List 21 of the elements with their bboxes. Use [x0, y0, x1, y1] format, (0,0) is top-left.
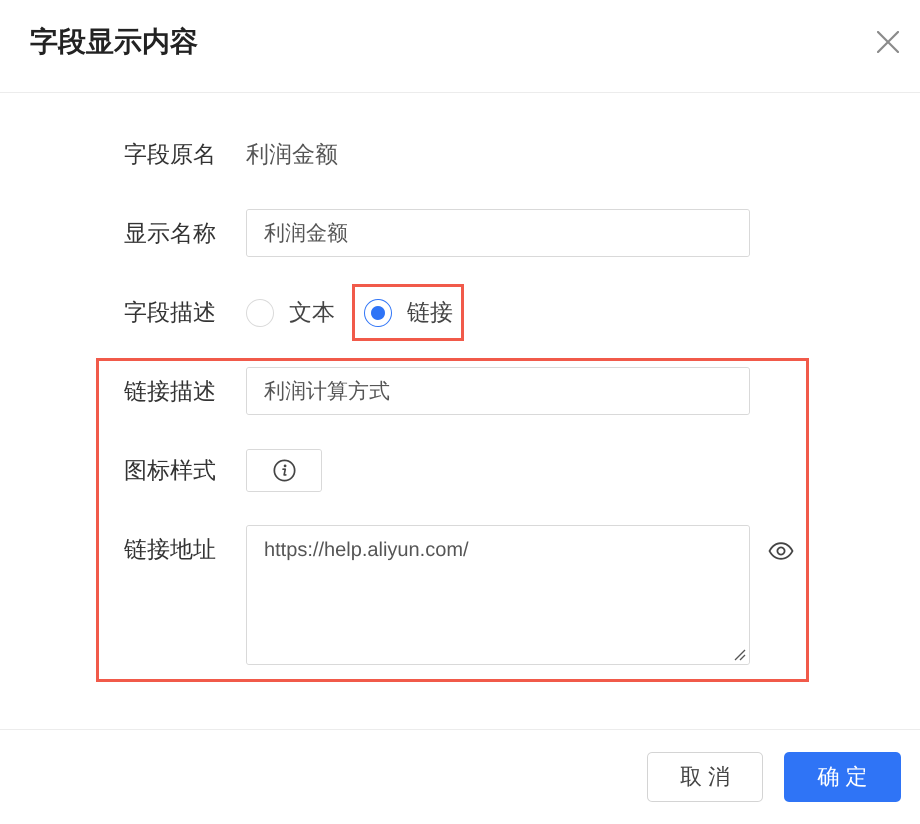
- radio-label[interactable]: 链接: [407, 301, 453, 324]
- radio-label[interactable]: 文本: [289, 301, 335, 324]
- cancel-button[interactable]: 取 消: [647, 752, 763, 802]
- eye-icon[interactable]: [768, 542, 794, 560]
- radio-button[interactable]: [364, 298, 392, 326]
- field-label: 字段描述: [124, 301, 217, 324]
- link-address-field[interactable]: https://help.aliyun.com/: [246, 525, 750, 665]
- confirm-button[interactable]: 确 定: [784, 752, 901, 802]
- field-label: 链接地址: [124, 538, 217, 561]
- field-label: 字段原名: [124, 142, 217, 166]
- info-icon: [272, 459, 296, 482]
- original-name-value: 利润金额: [246, 142, 338, 166]
- resize-handle-icon[interactable]: [734, 649, 746, 661]
- dialog-title: 字段显示内容: [30, 28, 198, 56]
- close-icon[interactable]: [877, 31, 899, 53]
- field-label: 显示名称: [124, 222, 217, 244]
- display-name-field[interactable]: 利润金额: [246, 209, 750, 257]
- field-label: 链接描述: [124, 380, 217, 402]
- icon-style-picker[interactable]: [246, 449, 322, 492]
- link-description-field[interactable]: 利润计算方式: [246, 367, 750, 415]
- field-label: 图标样式: [124, 459, 217, 482]
